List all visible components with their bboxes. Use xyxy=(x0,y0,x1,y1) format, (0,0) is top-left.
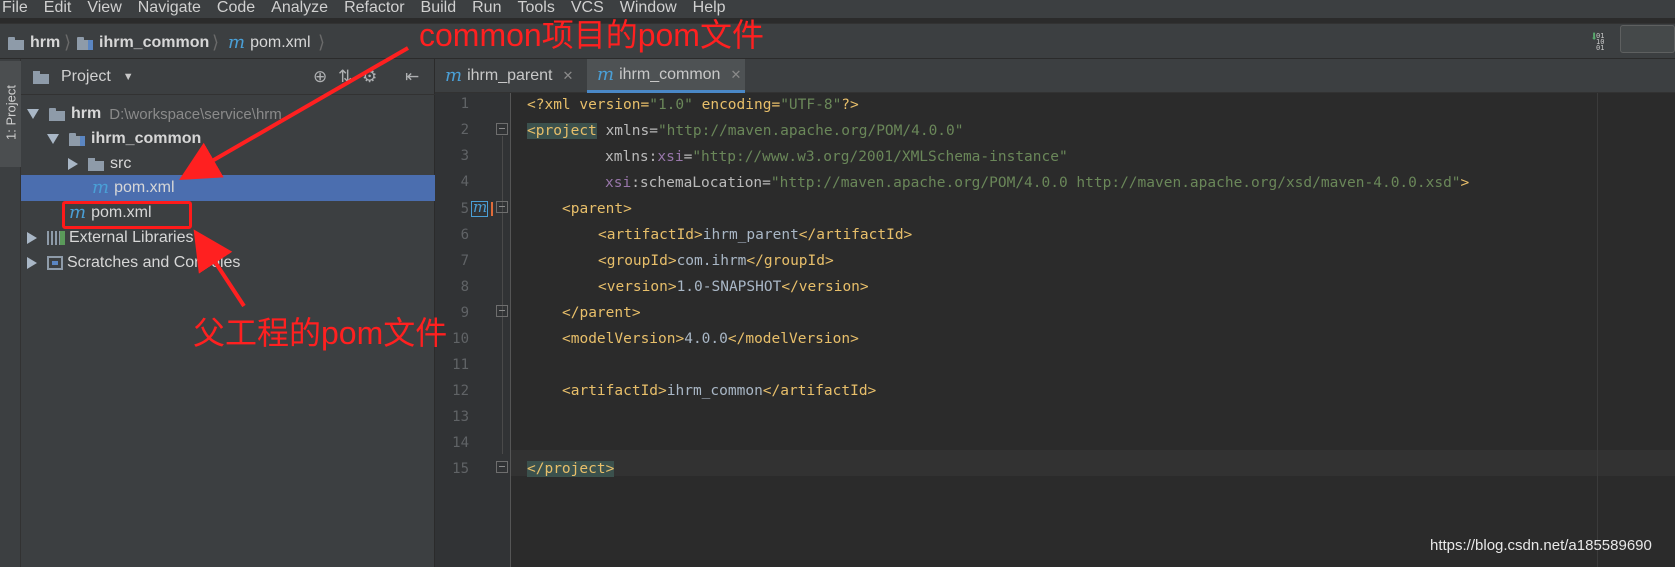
annotation-bottom: 父工程的pom文件 xyxy=(193,315,448,351)
annotation-top: common项目的pom文件 xyxy=(419,17,764,53)
arrow-to-root-pom xyxy=(193,229,246,308)
watermark: https://blog.csdn.net/a185589690 xyxy=(1430,537,1652,554)
arrow-to-module-pom xyxy=(179,46,409,180)
annotation-arrows xyxy=(179,46,409,308)
